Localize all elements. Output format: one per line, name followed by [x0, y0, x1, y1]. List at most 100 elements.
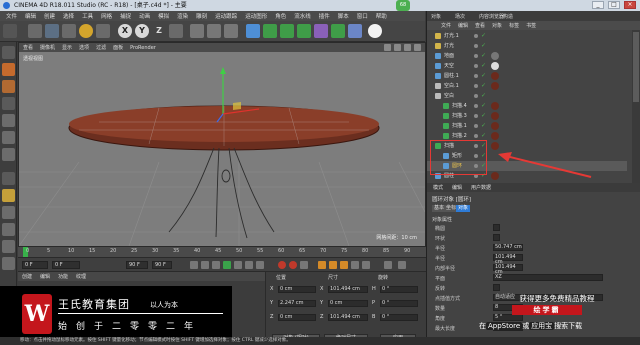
object-menu-item[interactable]: 编辑	[458, 22, 468, 29]
attribute-value-field[interactable]: 50.747 cm	[493, 244, 523, 251]
menu-item[interactable]: 运动跟踪	[215, 12, 237, 20]
object-row[interactable]: 灯光.1 ✓	[427, 31, 627, 41]
menu-item[interactable]: 创建	[44, 12, 55, 20]
pen-spline-icon[interactable]	[263, 24, 277, 38]
size-field[interactable]: 101.494 cm	[328, 286, 368, 293]
object-panel-tab[interactable]: 构造	[503, 13, 513, 20]
tweak-mode-icon[interactable]	[2, 189, 15, 202]
axis-mode-icon[interactable]	[2, 172, 15, 185]
object-row[interactable]: 地面 ✓	[427, 51, 627, 61]
rotation-field[interactable]: 0 °	[380, 286, 418, 293]
menu-item[interactable]: 脚本	[338, 12, 349, 20]
enabled-check-icon[interactable]: ✓	[481, 53, 486, 59]
position-field[interactable]: 0 cm	[278, 314, 316, 321]
rotation-key-icon[interactable]	[340, 261, 348, 269]
lock-workplane-icon[interactable]	[2, 223, 15, 236]
z-axis-icon[interactable]: Z	[152, 24, 166, 38]
material-tag-icon[interactable]	[491, 62, 499, 70]
viewport-layout-icon[interactable]	[414, 44, 421, 51]
visibility-dot-icon[interactable]	[474, 74, 478, 78]
make-editable-icon[interactable]	[2, 46, 15, 59]
edges-mode-icon[interactable]	[2, 131, 15, 144]
menu-item[interactable]: 帮助	[376, 12, 387, 20]
menu-item[interactable]: 网格	[101, 12, 112, 20]
object-menu-item[interactable]: 书签	[526, 22, 536, 29]
visibility-dot-icon[interactable]	[474, 124, 478, 128]
menu-item[interactable]: 捕捉	[120, 12, 131, 20]
enabled-check-icon[interactable]: ✓	[481, 123, 486, 129]
end-frame-field[interactable]: 90 F	[126, 261, 148, 269]
visibility-dot-icon[interactable]	[474, 64, 478, 68]
fcurve-icon[interactable]	[398, 261, 406, 269]
enabled-check-icon[interactable]: ✓	[481, 43, 486, 49]
position-field[interactable]: 0 cm	[278, 286, 316, 293]
close-button[interactable]: ×	[624, 1, 636, 9]
render-settings-icon[interactable]	[224, 24, 238, 38]
menu-item[interactable]: 动画	[139, 12, 150, 20]
menu-item[interactable]: 流水线	[294, 12, 311, 20]
attribute-value-field[interactable]: 101.494 cm	[493, 264, 523, 275]
object-list-scrollbar[interactable]	[632, 30, 640, 183]
material-menu-item[interactable]: 功能	[58, 273, 68, 280]
attribute-menu-item[interactable]: 用户数据	[471, 184, 491, 191]
attribute-checkbox[interactable]	[493, 224, 500, 231]
cube-icon[interactable]	[246, 24, 260, 38]
viewport-menu-item[interactable]: 面板	[113, 44, 123, 51]
object-menu-item[interactable]: 对象	[492, 22, 502, 29]
y-axis-icon[interactable]: Y	[135, 24, 149, 38]
menu-item[interactable]: 编辑	[25, 12, 36, 20]
material-tag-icon[interactable]	[491, 82, 499, 90]
array-icon[interactable]	[297, 24, 311, 38]
menu-item[interactable]: 文件	[6, 12, 17, 20]
object-menu-item[interactable]: 标签	[509, 22, 519, 29]
floor-icon[interactable]	[331, 24, 345, 38]
visibility-dot-icon[interactable]	[474, 94, 478, 98]
move-icon[interactable]	[45, 24, 59, 38]
material-tag-icon[interactable]	[491, 52, 499, 60]
perspective-viewport[interactable]: 查看 摄像机 显示 选项 过滤 面板 ProRender 透视视图 网格间距：1…	[18, 42, 426, 247]
visibility-dot-icon[interactable]	[474, 54, 478, 58]
attribute-menu-item[interactable]: 模式	[433, 184, 443, 191]
recent-tools-icon[interactable]	[96, 24, 110, 38]
render-view-icon[interactable]	[190, 24, 204, 38]
object-row[interactable]: 天空 ✓	[427, 61, 627, 71]
light-icon[interactable]	[368, 24, 382, 38]
camera-icon[interactable]	[348, 24, 362, 38]
workplane-icon[interactable]	[2, 97, 15, 110]
play-icon[interactable]	[223, 261, 231, 269]
minimize-button[interactable]: _	[592, 1, 604, 9]
attribute-menu-item[interactable]: 编辑	[452, 184, 462, 191]
enabled-check-icon[interactable]: ✓	[481, 103, 486, 109]
next-key-icon[interactable]	[245, 261, 253, 269]
scale-key-icon[interactable]	[329, 261, 337, 269]
visibility-dot-icon[interactable]	[474, 134, 478, 138]
viewport-zoom-icon[interactable]	[394, 44, 401, 51]
viewport-menu-item[interactable]: ProRender	[130, 45, 156, 51]
position-key-icon[interactable]	[318, 261, 326, 269]
viewport-menu-item[interactable]: 查看	[23, 44, 33, 51]
current-frame-field[interactable]: 0 F	[52, 261, 80, 269]
object-row[interactable]: 扫描.4 ✓	[427, 101, 627, 111]
object-menu-item[interactable]: 查看	[475, 22, 485, 29]
visibility-dot-icon[interactable]	[474, 114, 478, 118]
object-row[interactable]: 扫描.3 ✓	[427, 111, 627, 121]
tab-object[interactable]: 对象	[456, 205, 471, 212]
maximize-button[interactable]: □	[608, 1, 620, 9]
material-tag-icon[interactable]	[491, 122, 499, 130]
material-menu-item[interactable]: 纹理	[76, 273, 86, 280]
preview-end-field[interactable]: 90 F	[152, 261, 172, 269]
viewport-menu-item[interactable]: 过滤	[96, 44, 106, 51]
model-mode-icon[interactable]	[2, 63, 15, 76]
scale-icon[interactable]	[62, 24, 76, 38]
record-icon[interactable]	[278, 261, 286, 269]
visibility-dot-icon[interactable]	[474, 34, 478, 38]
render-picture-viewer-icon[interactable]	[207, 24, 221, 38]
material-menu-item[interactable]: 创建	[22, 273, 32, 280]
object-menu-item[interactable]: 文件	[441, 22, 451, 29]
menu-item[interactable]: 插件	[319, 12, 330, 20]
enabled-check-icon[interactable]: ✓	[481, 83, 486, 89]
menu-item[interactable]: 渲染	[177, 12, 188, 20]
points-mode-icon[interactable]	[2, 114, 15, 127]
timeline-icon[interactable]	[384, 261, 392, 269]
menu-item[interactable]: 选择	[63, 12, 74, 20]
